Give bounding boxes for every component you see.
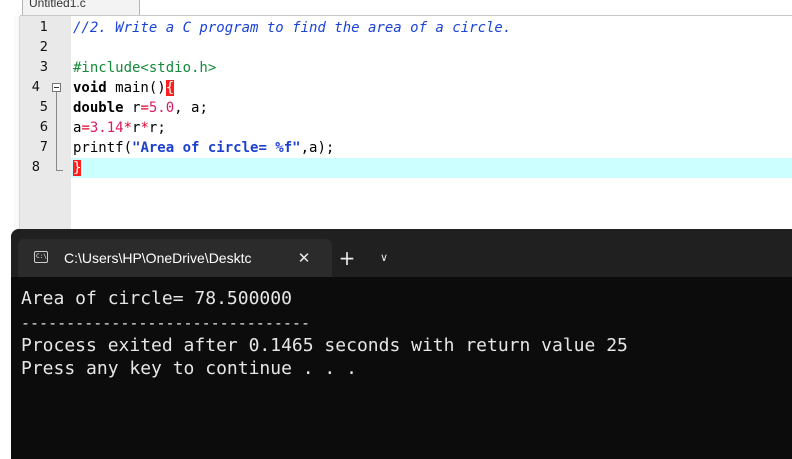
current-line-highlight	[71, 158, 792, 178]
file-tab[interactable]: Untitled1.c	[22, 0, 140, 16]
terminal-output-line: Process exited after 0.1465 seconds with…	[21, 335, 628, 356]
new-tab-icon[interactable]: +	[336, 247, 358, 269]
string-token: "Area of circle= %f"	[132, 140, 301, 156]
operator-token: *	[123, 120, 133, 136]
code-line-8[interactable]: }	[73, 158, 82, 178]
terminal-tab-bar: C:\ C:\Users\HP\OneDrive\Desktc ✕ + ∨	[11, 229, 792, 277]
code-token: printf(	[73, 140, 133, 156]
code-token: main()	[106, 80, 166, 96]
code-token: r	[123, 100, 141, 116]
code-line-1[interactable]: //2. Write a C program to find the area …	[73, 18, 511, 38]
code-line-6[interactable]: a=3.14*r*r;	[73, 118, 166, 138]
terminal-separator: --------------------------------	[21, 314, 310, 332]
line-number: 4	[31, 80, 40, 95]
fold-guide-line	[56, 92, 57, 170]
operator-token: =	[81, 120, 90, 136]
console-icon: C:\	[34, 251, 48, 263]
editor-top-border	[20, 15, 792, 16]
operator-token: =	[140, 100, 149, 116]
chevron-down-icon[interactable]: ∨	[375, 249, 393, 267]
code-line-7[interactable]: printf("Area of circle= %f",a);	[73, 138, 334, 158]
terminal-output-line: Area of circle= 78.500000	[21, 288, 292, 309]
terminal-output-line: Press any key to continue . . .	[21, 358, 357, 379]
code-line-5[interactable]: double r=5.0, a;	[73, 98, 208, 118]
code-line-3[interactable]: #include<stdio.h>	[73, 58, 216, 78]
code-token: r;	[148, 120, 166, 136]
operator-token: *	[140, 120, 149, 136]
number-token: 5.0	[148, 100, 175, 116]
keyword-token: double	[73, 100, 124, 116]
terminal-tab[interactable]: C:\ C:\Users\HP\OneDrive\Desktc ✕	[18, 239, 332, 277]
line-number: 2	[39, 40, 48, 55]
fold-guide-end	[56, 170, 63, 171]
preprocessor-token: #include<stdio.h>	[73, 60, 217, 76]
number-token: 3.14	[89, 120, 124, 136]
code-token: , a;	[174, 100, 208, 116]
code-token: ,a);	[300, 140, 335, 156]
line-number: 5	[39, 100, 48, 115]
line-number: 3	[39, 60, 48, 75]
keyword-token: void	[73, 80, 107, 96]
close-icon[interactable]: ✕	[293, 247, 315, 269]
matched-brace: }	[73, 160, 82, 176]
matched-brace: {	[165, 80, 175, 96]
line-number: 6	[39, 120, 48, 135]
comment-token: //2. Write a C program to find the area …	[73, 20, 512, 36]
file-tab-label: Untitled1.c	[29, 0, 86, 10]
terminal-window[interactable]: C:\ C:\Users\HP\OneDrive\Desktc ✕ + ∨ Ar…	[11, 229, 792, 459]
line-number: 1	[39, 20, 48, 35]
line-number: 8	[31, 160, 40, 175]
fold-collapse-icon[interactable]	[52, 83, 61, 92]
line-number: 7	[39, 140, 48, 155]
code-line-4[interactable]: void main(){	[73, 78, 175, 98]
terminal-tab-title: C:\Users\HP\OneDrive\Desktc	[64, 250, 252, 266]
